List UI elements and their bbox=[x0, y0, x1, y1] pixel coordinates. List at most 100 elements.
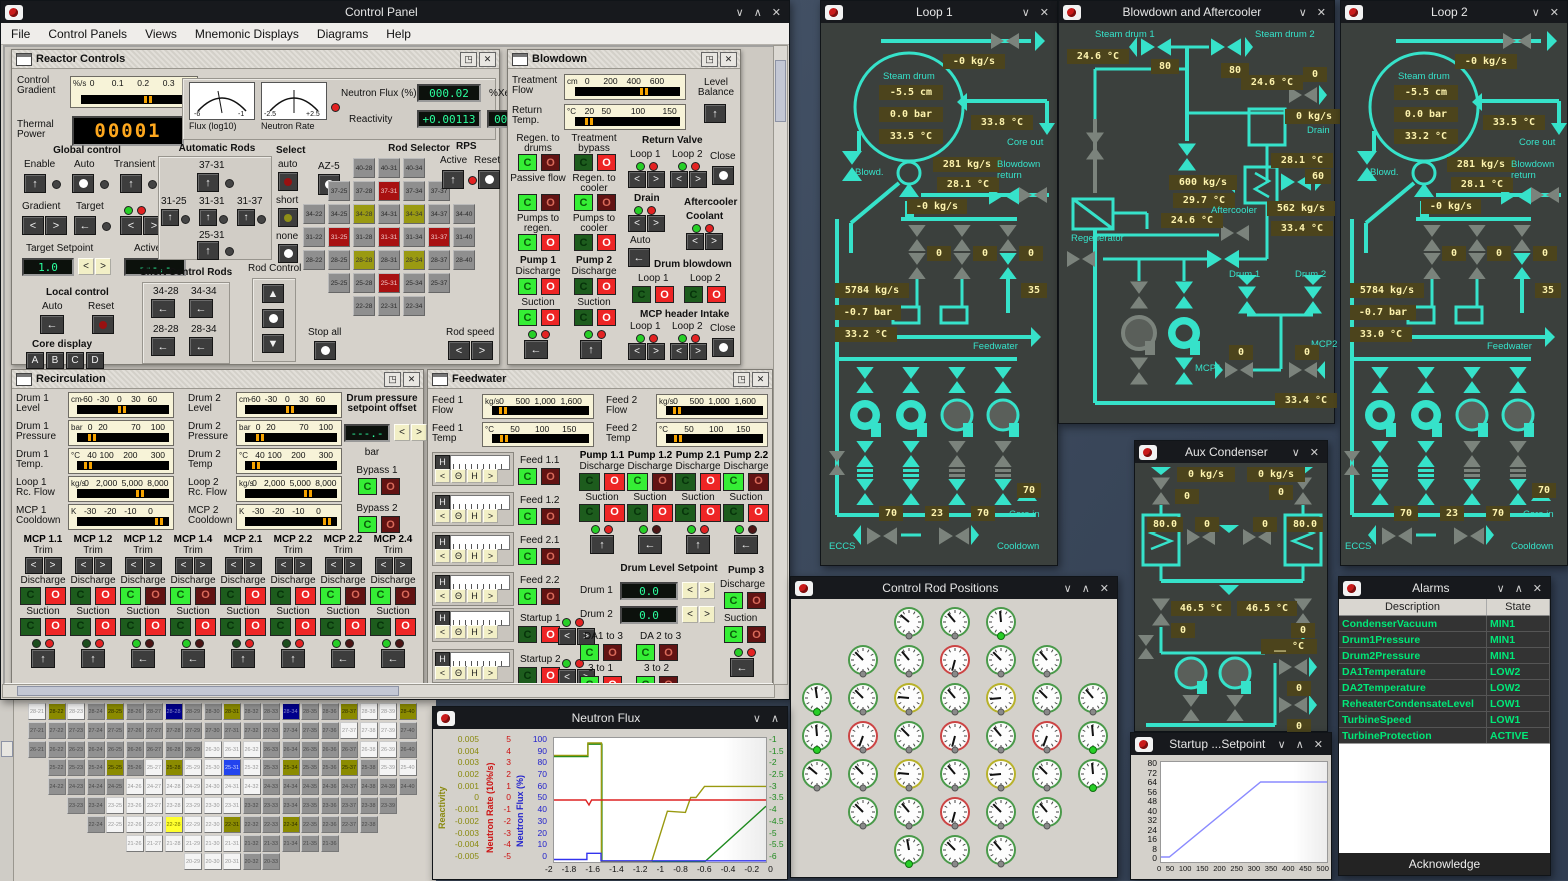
rod-select-31-31[interactable]: 31-31 bbox=[378, 227, 400, 247]
rod-select-31-22[interactable]: 31-22 bbox=[303, 227, 325, 247]
menu-item-diagrams[interactable]: Diagrams bbox=[317, 27, 368, 41]
pump2-mode-button[interactable]: ↑ bbox=[580, 340, 602, 359]
mcp-loop1-buttons[interactable]: <> bbox=[628, 343, 665, 360]
rv-close-button[interactable] bbox=[712, 166, 734, 185]
core-display-C[interactable]: C bbox=[66, 352, 84, 369]
rod-select-25-34[interactable]: 25-34 bbox=[403, 273, 425, 293]
mcp-discharge-co[interactable]: CO bbox=[168, 587, 218, 605]
select-none-button[interactable] bbox=[278, 244, 298, 263]
rod-select-22-34[interactable]: 22-34 bbox=[403, 296, 425, 316]
alarm-row[interactable]: TurbineProtectionACTIVE bbox=[1339, 728, 1550, 744]
rod-down-button[interactable]: ▼ bbox=[262, 334, 284, 353]
da1-to-3-co[interactable]: CO bbox=[580, 644, 622, 661]
regen-to-cooler-co[interactable]: CO bbox=[574, 194, 616, 211]
rod-select-31-40[interactable]: 31-40 bbox=[453, 227, 475, 247]
mcp-suction-co[interactable]: CO bbox=[268, 618, 318, 636]
mcp-trim-buttons[interactable]: <> bbox=[218, 557, 268, 574]
close-icon[interactable]: ✕ bbox=[1533, 582, 1542, 595]
mcp-mode-button[interactable]: ↑ bbox=[31, 649, 55, 668]
rod-speed-buttons[interactable]: <> bbox=[448, 341, 493, 360]
close-icon[interactable]: ✕ bbox=[1040, 6, 1049, 19]
select-short-button[interactable] bbox=[278, 208, 298, 227]
horizontal-scrollbar[interactable] bbox=[2, 684, 775, 698]
mcp-mode-button[interactable]: ↑ bbox=[281, 649, 305, 668]
restore-icon[interactable]: ◳ bbox=[460, 52, 477, 67]
bypass1-co[interactable]: CO bbox=[358, 478, 400, 495]
short-rod-button[interactable]: ← bbox=[151, 299, 175, 318]
auto-rod-button[interactable]: ↑ bbox=[237, 209, 255, 226]
mcp-suction-co[interactable]: CO bbox=[18, 618, 68, 636]
minimize-icon[interactable]: ∨ bbox=[1292, 446, 1300, 459]
mcp-trim-buttons[interactable]: <> bbox=[118, 557, 168, 574]
enable-button[interactable]: ↑ bbox=[24, 174, 46, 193]
feed-controller[interactable]: H<ΘH> bbox=[432, 608, 514, 642]
rod-select-34-25[interactable]: 34-25 bbox=[328, 204, 350, 224]
short-rod-button[interactable]: ← bbox=[189, 337, 213, 356]
minimize-icon[interactable]: ∨ bbox=[1278, 738, 1286, 751]
feed-co[interactable]: CO bbox=[518, 508, 560, 525]
rv-loop2-buttons[interactable]: <> bbox=[670, 171, 707, 188]
alarm-row[interactable]: DA2TemperatureLOW2 bbox=[1339, 680, 1550, 696]
rod-select-25-28[interactable]: 25-28 bbox=[353, 273, 375, 293]
stop-all-button[interactable] bbox=[314, 341, 336, 360]
rod-select-28-31[interactable]: 28-31 bbox=[378, 250, 400, 270]
feed-co[interactable]: CO bbox=[518, 548, 560, 565]
restore-icon[interactable]: ◳ bbox=[701, 52, 718, 67]
core-display-D[interactable]: D bbox=[86, 352, 104, 369]
mcp-mode-button[interactable]: ↑ bbox=[231, 649, 255, 668]
mcp-trim-buttons[interactable]: <> bbox=[368, 557, 418, 574]
pump1-mode-button[interactable]: ← bbox=[524, 340, 548, 359]
mcp-suction-co[interactable]: CO bbox=[368, 618, 418, 636]
setpoint-adjust-buttons[interactable]: <> bbox=[78, 258, 111, 275]
mcp-discharge-co[interactable]: CO bbox=[18, 587, 68, 605]
menu-item-control-panels[interactable]: Control Panels bbox=[48, 27, 127, 41]
feed-controller[interactable]: H<ΘH> bbox=[432, 492, 514, 526]
mcp-trim-buttons[interactable]: <> bbox=[68, 557, 118, 574]
regen-to-drums-co[interactable]: CO bbox=[518, 154, 560, 171]
mcp-loop2-buttons[interactable]: <> bbox=[670, 343, 707, 360]
rod-select-37-34[interactable]: 37-34 bbox=[403, 181, 425, 201]
rod-select-22-31[interactable]: 22-31 bbox=[378, 296, 400, 316]
mcp-mode-button[interactable]: ↑ bbox=[81, 649, 105, 668]
feed-co[interactable]: CO bbox=[518, 468, 560, 485]
menu-item-mnemonic-displays[interactable]: Mnemonic Displays bbox=[195, 27, 299, 41]
level-balance-button[interactable]: ↑ bbox=[704, 104, 726, 123]
minimize-icon[interactable]: ∨ bbox=[1064, 582, 1072, 595]
mcp-discharge-co[interactable]: CO bbox=[368, 587, 418, 605]
vertical-scrollbar[interactable] bbox=[773, 45, 788, 685]
mcp-discharge-co[interactable]: CO bbox=[268, 587, 318, 605]
rod-up-button[interactable]: ▲ bbox=[262, 284, 284, 303]
auto-rod-button[interactable]: ↑ bbox=[161, 209, 179, 226]
mcp-suction-co[interactable]: CO bbox=[118, 618, 168, 636]
rod-select-22-28[interactable]: 22-28 bbox=[353, 296, 375, 316]
minimize-icon[interactable]: ∨ bbox=[1299, 6, 1307, 19]
mcp-trim-buttons[interactable]: <> bbox=[18, 557, 68, 574]
alarm-row[interactable]: ReheaterCondensateLevelLOW1 bbox=[1339, 696, 1550, 712]
transient-button[interactable]: ↑ bbox=[120, 174, 142, 193]
close-icon[interactable]: ✕ bbox=[720, 52, 737, 67]
drain-auto-button[interactable]: ← bbox=[628, 248, 650, 267]
rod-select-40-28[interactable]: 40-28 bbox=[353, 158, 375, 178]
minimize-icon[interactable]: ∨ bbox=[1022, 6, 1030, 19]
fw-pump-mode-button[interactable]: ← bbox=[734, 535, 758, 554]
dls-drum1-buttons[interactable]: <> bbox=[682, 582, 715, 599]
bypass2-co[interactable]: CO bbox=[358, 516, 400, 533]
rod-select-40-34[interactable]: 40-34 bbox=[403, 158, 425, 178]
close-icon[interactable]: ✕ bbox=[479, 52, 496, 67]
drain-buttons[interactable]: <> bbox=[628, 215, 665, 232]
pumps-to-cooler-co[interactable]: CO bbox=[574, 234, 616, 251]
core-display-A[interactable]: A bbox=[26, 352, 44, 369]
maximize-icon[interactable]: ∧ bbox=[1296, 738, 1304, 751]
rod-select-31-28[interactable]: 31-28 bbox=[353, 227, 375, 247]
pump2-discharge-co[interactable]: CO bbox=[574, 278, 616, 295]
rv-loop1-buttons[interactable]: <> bbox=[628, 171, 665, 188]
dls-drum2-buttons[interactable]: <> bbox=[682, 606, 715, 623]
close-icon[interactable]: ✕ bbox=[1314, 738, 1323, 751]
alarm-row[interactable]: DA1TemperatureLOW2 bbox=[1339, 664, 1550, 680]
mcp-suction-co[interactable]: CO bbox=[218, 618, 268, 636]
rod-select-25-37[interactable]: 25-37 bbox=[428, 273, 450, 293]
rod-select-34-22[interactable]: 34-22 bbox=[303, 204, 325, 224]
rod-select-25-25[interactable]: 25-25 bbox=[328, 273, 350, 293]
minimize-icon[interactable]: ∨ bbox=[736, 6, 744, 19]
pumps-to-regen-co[interactable]: CO bbox=[518, 234, 560, 251]
